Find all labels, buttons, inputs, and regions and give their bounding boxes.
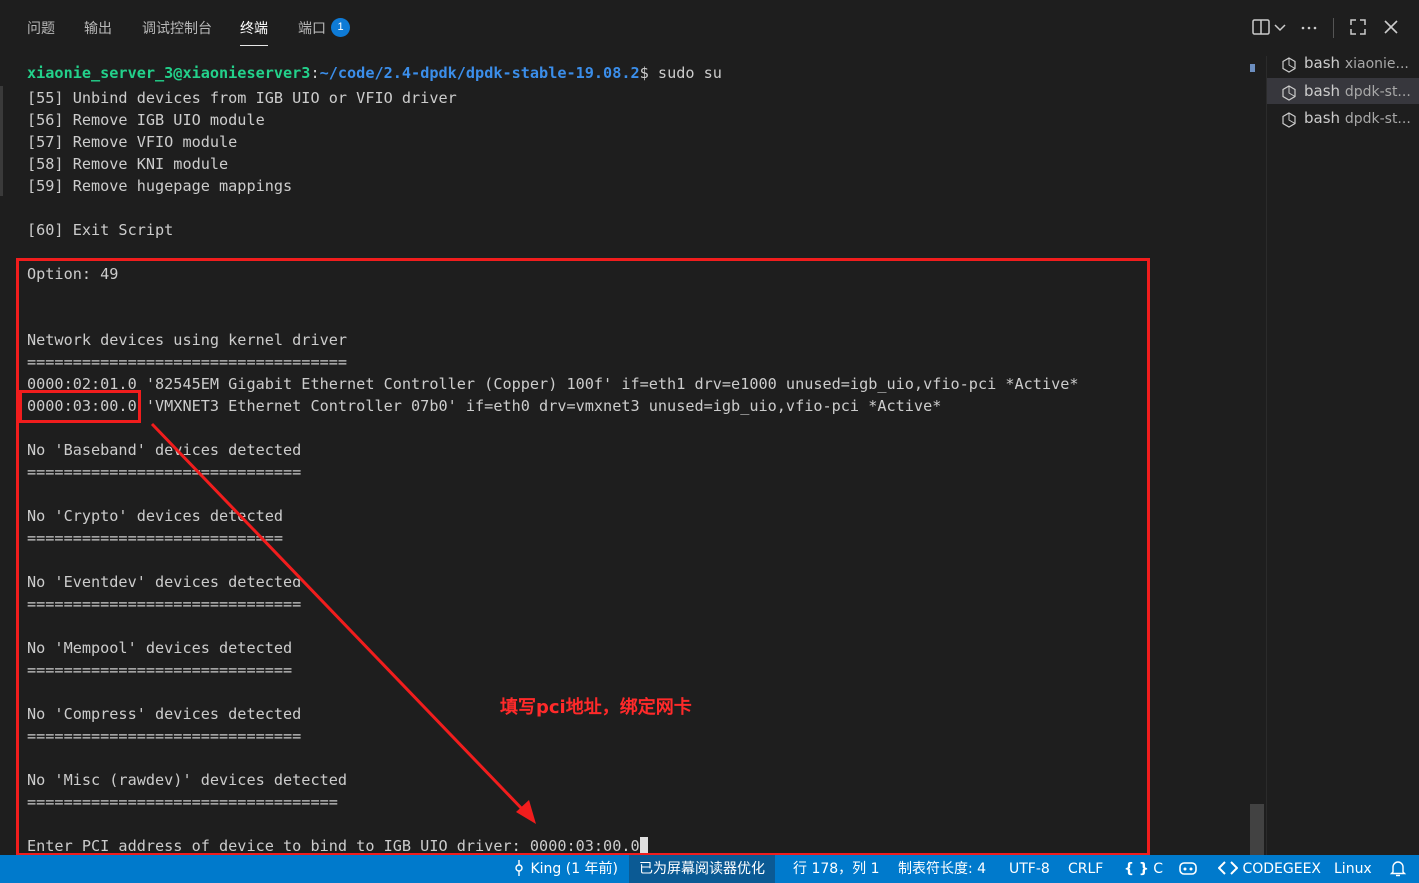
terminal-tab-icon	[1281, 83, 1297, 101]
chevron-down-icon[interactable]	[1272, 16, 1294, 38]
terminal-tab-item[interactable]: bash dpdk-st...	[1267, 105, 1419, 131]
file-encoding[interactable]: UTF-8	[1009, 855, 1050, 883]
git-blame-label: King (1 年前)	[530, 861, 619, 877]
status-bar: King (1 年前) 已为屏幕阅读器优化 行 178，列 1 制表符长度: 4…	[0, 855, 1419, 883]
screen-reader-mode[interactable]: 已为屏幕阅读器优化	[629, 855, 775, 883]
tab-terminal[interactable]: 终端	[240, 18, 268, 46]
terminal-line: [57] Remove VFIO module	[27, 133, 238, 151]
terminal-line: [56] Remove IGB UIO module	[27, 111, 265, 129]
terminal-tab-icon	[1281, 110, 1297, 128]
terminal-line: [55] Unbind devices from IGB UIO or VFIO…	[27, 89, 457, 107]
prompt-command: $ sudo su	[639, 64, 722, 82]
annotation-pci-box	[19, 390, 141, 423]
tab-ports[interactable]: 端口	[298, 18, 326, 38]
cursor-position[interactable]: 行 178，列 1	[793, 855, 880, 883]
terminal-tabs-list: bash xiaonie... bash dpdk-st... bash dpd…	[1266, 54, 1419, 855]
copilot-icon[interactable]	[1178, 855, 1198, 883]
terminal-tab-name: bash	[1304, 109, 1341, 127]
tab-problems[interactable]: 问题	[27, 18, 55, 38]
annotation-text: 填写pci地址，绑定网卡	[500, 697, 692, 718]
prompt-colon: :	[310, 64, 320, 82]
terminal-tab-name: bash	[1304, 82, 1341, 100]
codegeex-icon	[1217, 861, 1239, 875]
codegeex-item[interactable]: CODEGEEX	[1217, 855, 1322, 883]
terminal-tab-detail: xiaonie...	[1344, 56, 1409, 72]
language-mode[interactable]: { } C	[1124, 855, 1163, 883]
scroll-gutter-mark	[0, 86, 3, 196]
tab-debug-console[interactable]: 调试控制台	[142, 18, 212, 38]
panel-tab-bar: 问题 输出 调试控制台 终端 端口 1	[0, 0, 1419, 56]
more-actions-icon[interactable]	[1298, 16, 1320, 38]
prompt-path: ~/code/2.4-dpdk/dpdk-stable-19.08.2	[319, 64, 640, 82]
terminal-prompt-line: xiaonie_server_3@xiaonieserver3:~/code/2…	[27, 62, 722, 84]
terminal-tab-detail: dpdk-st...	[1344, 84, 1411, 100]
bell-icon[interactable]	[1389, 855, 1407, 883]
end-of-line[interactable]: CRLF	[1068, 855, 1103, 883]
toolbar-divider	[1333, 18, 1334, 38]
tab-size[interactable]: 制表符长度: 4	[898, 855, 986, 883]
remote-os[interactable]: Linux	[1334, 855, 1372, 883]
language-label: C	[1153, 861, 1164, 877]
scrollbar-marker	[1250, 64, 1255, 72]
ports-count-badge: 1	[331, 18, 350, 37]
terminal-tab-item-active[interactable]: bash dpdk-st...	[1267, 78, 1419, 104]
terminal-tab-name: bash	[1304, 54, 1341, 72]
codegeex-label: CODEGEEX	[1242, 861, 1322, 877]
terminal-scrollbar[interactable]	[1248, 56, 1264, 855]
prompt-user: xiaonie_server_3@xiaonieserver3	[27, 64, 311, 82]
braces-icon: { }	[1124, 861, 1149, 877]
maximize-panel-icon[interactable]	[1347, 16, 1369, 38]
terminal-line: [58] Remove KNI module	[27, 155, 229, 173]
annotation-output-box	[16, 258, 1150, 856]
scrollbar-thumb[interactable]	[1250, 804, 1264, 855]
terminal-line: [60] Exit Script	[27, 221, 174, 239]
close-panel-icon[interactable]	[1380, 16, 1402, 38]
terminal-tab-detail: dpdk-st...	[1344, 111, 1411, 127]
tab-output[interactable]: 输出	[84, 18, 112, 38]
git-commit-icon	[515, 860, 523, 876]
terminal-tab-icon	[1281, 55, 1297, 73]
split-terminal-icon[interactable]	[1250, 16, 1272, 38]
terminal-line: [59] Remove hugepage mappings	[27, 177, 293, 195]
git-blame-item[interactable]: King (1 年前)	[512, 855, 618, 883]
terminal-tab-item[interactable]: bash xiaonie...	[1267, 50, 1419, 76]
